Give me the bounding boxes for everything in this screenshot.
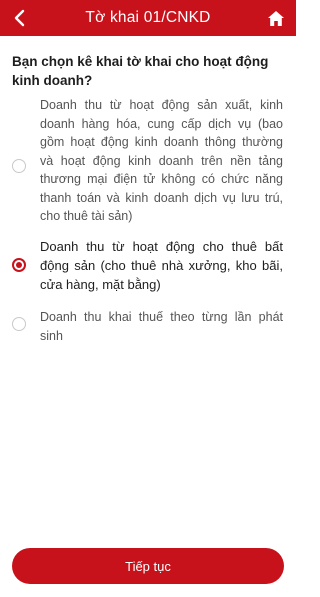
option-real-estate-rental[interactable]: Doanh thu từ hoạt động cho thuê bất động… (0, 237, 296, 297)
back-button[interactable] (8, 6, 32, 30)
page-title: Tờ khai 01/CNKD (85, 9, 211, 26)
chevron-left-icon (14, 9, 25, 27)
app-header: Tờ khai 01/CNKD (0, 0, 296, 36)
radio-button[interactable] (12, 317, 26, 331)
home-button[interactable] (264, 6, 288, 30)
option-label: Doanh thu từ hoạt động cho thuê bất động… (40, 239, 283, 292)
radio-button-selected[interactable] (12, 258, 26, 272)
option-per-occurrence[interactable]: Doanh thu khai thuế theo từng lần phát s… (0, 308, 296, 348)
radio-button[interactable] (12, 159, 26, 173)
option-label: Doanh thu từ hoạt động sản xuất, kinh do… (40, 98, 283, 223)
option-business-revenue[interactable]: Doanh thu từ hoạt động sản xuất, kinh do… (0, 96, 296, 226)
home-icon (268, 10, 284, 26)
question-heading: Bạn chọn kê khai tờ khai cho hoạt động k… (12, 54, 269, 88)
option-label: Doanh thu khai thuế theo từng lần phát s… (40, 310, 283, 343)
continue-button[interactable]: Tiếp tục (12, 548, 284, 584)
